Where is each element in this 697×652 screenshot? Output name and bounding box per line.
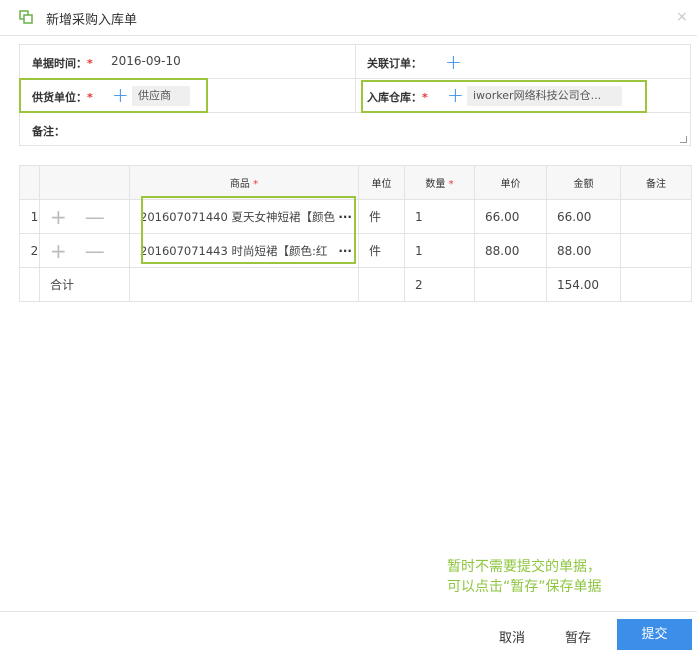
- total-unit: [358, 267, 405, 302]
- resize-handle-icon[interactable]: [680, 136, 687, 143]
- header-product: 商品 *: [129, 165, 359, 200]
- header-qty: 数量 *: [404, 165, 475, 200]
- dialog-footer: 取消 暂存 提交: [0, 611, 697, 652]
- form-row-1: 单据时间：* 2016-09-10 关联订单： +: [20, 45, 690, 79]
- tip-line-1: 暂时不需要提交的单据，: [447, 559, 601, 575]
- dialog-title: 新增采购入库单: [46, 13, 138, 28]
- header-form: 单据时间：* 2016-09-10 关联订单： + 供货单位：* + 供应商 入…: [19, 44, 691, 146]
- add-warehouse-icon[interactable]: +: [447, 85, 464, 105]
- form-row-2: 供货单位：* + 供应商 入库仓库：* + iworker网络科技公司仓...: [20, 79, 690, 113]
- unit-cell: 件: [358, 233, 405, 268]
- header-unit: 单位: [358, 165, 405, 200]
- add-order-icon[interactable]: +: [445, 52, 462, 72]
- note-cell[interactable]: [620, 199, 692, 234]
- order-label: 关联订单：: [367, 57, 422, 70]
- product-name: 201607071440 夏天女神短裙【颜色: [140, 209, 335, 224]
- total-product: [129, 267, 359, 302]
- tip-line-2: 可以点击“暂存”保存单据: [447, 579, 602, 595]
- qty-cell[interactable]: 1: [404, 199, 475, 234]
- table-row: 2 + — 201607071443 时尚短裙【颜色:红 ··· 件 1 88.00…: [19, 233, 692, 268]
- total-label: 合计: [39, 267, 130, 302]
- amount-cell: 66.00: [546, 199, 621, 234]
- row-index: 1: [19, 199, 40, 234]
- dialog-titlebar: 新增采购入库单 ×: [0, 0, 697, 36]
- total-qty: 2: [404, 267, 475, 302]
- product-cell[interactable]: 201607071440 夏天女神短裙【颜色 ···: [129, 199, 359, 234]
- more-icon[interactable]: ···: [338, 210, 352, 224]
- warehouse-field[interactable]: iworker网络科技公司仓...: [467, 86, 622, 106]
- note-label: 备注：: [32, 125, 65, 138]
- submit-button[interactable]: 提交: [617, 619, 692, 650]
- total-amount: 154.00: [546, 267, 621, 302]
- total-note: [620, 267, 692, 302]
- product-name: 201607071443 时尚短裙【颜色:红: [140, 243, 328, 258]
- supplier-label: 供货单位：*: [32, 91, 93, 104]
- note-textarea[interactable]: [70, 113, 690, 145]
- supplier-field[interactable]: 供应商: [132, 86, 190, 106]
- table-header: 商品 * 单位 数量 * 单价 金额 备注: [19, 165, 692, 200]
- supplier-cell: 供货单位：* + 供应商: [20, 79, 356, 112]
- add-row-icon[interactable]: +: [50, 205, 67, 229]
- price-cell[interactable]: 66.00: [474, 199, 547, 234]
- warehouse-label: 入库仓库：*: [367, 91, 428, 104]
- date-label: 单据时间：*: [32, 57, 93, 70]
- header-index: [19, 165, 40, 200]
- date-cell: 单据时间：* 2016-09-10: [20, 45, 356, 78]
- date-field[interactable]: 2016-09-10: [111, 54, 181, 68]
- header-actions: [39, 165, 130, 200]
- header-price: 单价: [474, 165, 547, 200]
- copy-icon: [19, 10, 33, 24]
- add-row-icon[interactable]: +: [50, 239, 67, 263]
- save-draft-button[interactable]: 暂存: [565, 627, 591, 646]
- add-supplier-icon[interactable]: +: [112, 85, 129, 105]
- amount-cell: 88.00: [546, 233, 621, 268]
- draft-tip: 暂时不需要提交的单据， 可以点击“暂存”保存单据: [447, 557, 602, 597]
- total-index: [19, 267, 40, 302]
- close-icon[interactable]: ×: [676, 9, 688, 25]
- price-cell[interactable]: 88.00: [474, 233, 547, 268]
- qty-cell[interactable]: 1: [404, 233, 475, 268]
- form-row-3: 备注：: [20, 113, 690, 145]
- items-table: 商品 * 单位 数量 * 单价 金额 备注 1 + — 201607071440 …: [19, 165, 692, 302]
- header-amount: 金额: [546, 165, 621, 200]
- product-cell[interactable]: 201607071443 时尚短裙【颜色:红 ···: [129, 233, 359, 268]
- note-cell[interactable]: [620, 233, 692, 268]
- table-row: 1 + — 201607071440 夏天女神短裙【颜色 ··· 件 1 66.00…: [19, 199, 692, 234]
- total-row: 合计 2 154.00: [19, 267, 692, 302]
- row-actions: + —: [39, 233, 130, 268]
- remove-row-icon[interactable]: —: [85, 239, 105, 263]
- total-price: [474, 267, 547, 302]
- row-index: 2: [19, 233, 40, 268]
- more-icon[interactable]: ···: [338, 244, 352, 258]
- row-actions: + —: [39, 199, 130, 234]
- header-note: 备注: [620, 165, 692, 200]
- order-cell: 关联订单： +: [355, 45, 690, 78]
- remove-row-icon[interactable]: —: [85, 205, 105, 229]
- warehouse-cell: 入库仓库：* + iworker网络科技公司仓...: [355, 79, 690, 112]
- unit-cell: 件: [358, 199, 405, 234]
- cancel-button[interactable]: 取消: [499, 627, 525, 646]
